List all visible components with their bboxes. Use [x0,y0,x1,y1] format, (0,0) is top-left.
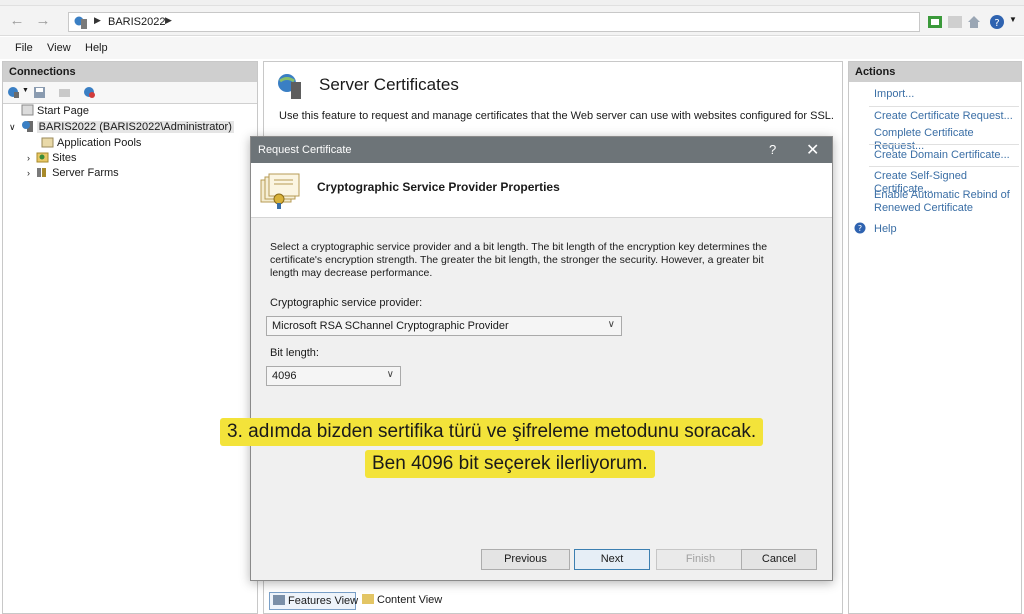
finish-button: Finish [656,549,745,570]
tree-application-pools[interactable]: Application Pools [41,136,141,151]
features-view-icon [273,595,285,605]
actions-header: Actions [849,62,1021,82]
server-icon [74,16,87,29]
server-farms-icon [37,168,47,177]
divider [869,166,1019,167]
tab-features-view[interactable]: Features View [269,592,358,610]
csp-label: Cryptographic service provider: [270,297,423,309]
dialog-help-button[interactable]: ? [769,142,776,157]
chevron-down-icon: ∨ [386,369,394,380]
help-icon: ? [854,222,866,234]
action-help[interactable]: Help [874,223,897,236]
feature-title: Server Certificates [319,75,459,94]
dialog-header: Cryptographic Service Provider Propertie… [251,163,832,218]
refresh-icon[interactable] [927,14,943,30]
address-bar-row: ← → ▶ BARIS2022 ▶ ? ▼ [0,6,1024,36]
dialog-close-button[interactable]: ✕ [806,140,819,160]
divider [869,106,1019,107]
disconnect-icon[interactable] [83,86,96,99]
chevron-down-icon: ∨ [607,319,615,330]
dialog-title: Request Certificate [258,144,352,156]
action-create-domain-certificate[interactable]: Create Domain Certificate... [874,149,1010,162]
request-certificate-dialog: Request Certificate ? ✕ Cryptographic Se… [250,136,833,581]
menu-file[interactable]: File [15,42,33,54]
connections-toolbar: ▼ [3,82,257,104]
sites-icon [36,152,49,163]
svg-text:?: ? [994,18,999,29]
application-pools-icon [41,137,54,148]
breadcrumb-arrow-icon: ▶ [94,15,101,25]
collapse-chevron-icon[interactable]: ∨ [9,122,16,132]
content-view-icon [362,594,374,604]
connect-dropdown-icon[interactable]: ▼ [22,87,29,94]
help-dropdown-icon[interactable]: ▼ [1009,15,1017,24]
connections-panel: Connections ▼ Start Page ∨ BARIS2022 (BA… [2,61,258,614]
dialog-title-bar: Request Certificate ? ✕ [251,137,832,163]
arrow-right-icon[interactable]: → [32,11,54,31]
dialog-description: Select a cryptographic service provider … [270,241,768,279]
help-icon[interactable]: ? [989,14,1005,30]
certificate-icon [260,173,300,209]
tree-sites[interactable]: › Sites [27,151,77,166]
previous-button[interactable]: Previous [481,549,570,570]
feature-description: Use this feature to request and manage c… [279,110,834,122]
action-import[interactable]: Import... [874,88,914,101]
tree-start-page[interactable]: Start Page [21,104,89,119]
divider [869,144,1019,145]
dialog-header-title: Cryptographic Service Provider Propertie… [317,180,560,194]
breadcrumb-server[interactable]: BARIS2022 [108,16,165,28]
server-certificates-icon [278,74,301,99]
tree-server-farms[interactable]: › Server Farms [27,166,119,181]
action-enable-automatic-rebind[interactable]: Enable Automatic Rebind of Renewed Certi… [874,189,1014,215]
connections-header: Connections [3,62,257,82]
caption-line-1: 3. adımda bizden sertifika türü ve şifre… [220,418,764,446]
bit-length-select[interactable]: 4096 ∨ [266,366,401,386]
caption-line-2: Ben 4096 bit seçerek ilerliyorum. [365,450,655,478]
tree-server[interactable]: ∨ BARIS2022 (BARIS2022\Administrator) [9,120,234,135]
svg-text:?: ? [858,224,862,233]
actions-panel: Actions Import... Create Certificate Req… [848,61,1022,614]
menu-help[interactable]: Help [85,42,108,54]
arrow-left-icon[interactable]: ← [6,11,28,31]
save-icon[interactable] [33,86,46,99]
breadcrumb-arrow-icon[interactable]: ▶ [165,15,172,26]
csp-select[interactable]: Microsoft RSA SChannel Cryptographic Pro… [266,316,622,336]
stop-icon[interactable] [947,14,963,30]
action-create-certificate-request[interactable]: Create Certificate Request... [874,110,1013,123]
home-icon[interactable] [966,14,982,30]
address-box[interactable]: ▶ BARIS2022 ▶ [68,12,920,32]
up-icon[interactable] [58,86,71,99]
bit-length-label: Bit length: [270,347,319,359]
cancel-button[interactable]: Cancel [741,549,817,570]
server-icon [21,121,33,132]
tab-content-view[interactable]: Content View [359,592,445,610]
expand-chevron-icon[interactable]: › [27,168,30,178]
connect-icon[interactable] [7,86,20,99]
expand-chevron-icon[interactable]: › [27,153,30,163]
menu-view[interactable]: View [47,42,71,54]
menu-bar: File View Help [0,37,1024,59]
next-button[interactable]: Next [574,549,650,570]
start-page-icon [21,104,34,116]
